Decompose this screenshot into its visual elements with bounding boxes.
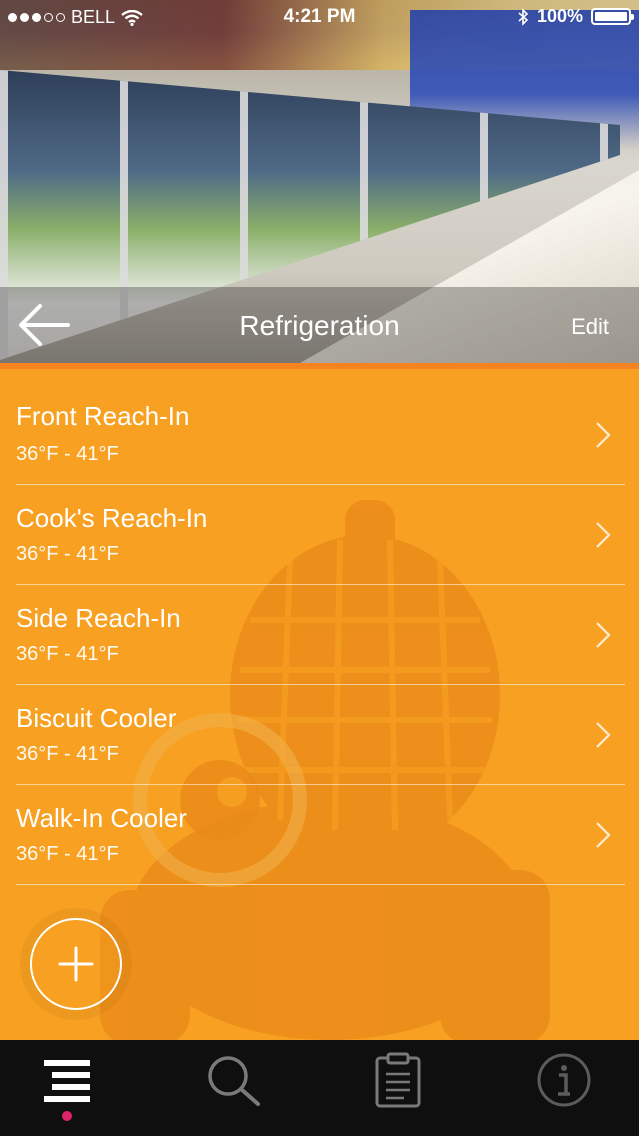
plus-icon <box>58 946 94 982</box>
battery-icon <box>591 8 634 25</box>
chevron-right-icon <box>596 822 611 848</box>
chevron-right-icon <box>596 422 611 448</box>
temperature-range: 36°F - 41°F <box>16 443 119 465</box>
list-item[interactable]: Side Reach-In 36°F - 41°F <box>16 585 625 685</box>
header-photo <box>0 0 639 363</box>
unit-name: Walk-In Cooler <box>16 803 187 833</box>
clipboard-icon <box>375 1052 421 1108</box>
active-tab-indicator <box>62 1111 72 1121</box>
temperature-range: 36°F - 41°F <box>16 543 119 565</box>
tab-info[interactable] <box>480 1040 639 1136</box>
status-bar: BELL 4:21 PM 100% <box>0 0 639 34</box>
list-item[interactable]: Walk-In Cooler 36°F - 41°F <box>16 785 625 885</box>
unit-name: Side Reach-In <box>16 603 181 633</box>
unit-name: Cook's Reach-In <box>16 503 208 533</box>
tab-checklist[interactable] <box>320 1040 480 1136</box>
unit-name: Biscuit Cooler <box>16 703 177 733</box>
refrigeration-list: Front Reach-In 36°F - 41°F Cook's Reach-… <box>16 369 625 885</box>
add-unit-button[interactable] <box>30 918 122 1010</box>
list-item[interactable]: Cook's Reach-In 36°F - 41°F <box>16 485 625 585</box>
battery-percent: 100% <box>536 6 583 26</box>
unit-name: Front Reach-In <box>16 401 190 431</box>
list-icon <box>44 1060 90 1102</box>
info-icon <box>537 1053 591 1107</box>
list-item[interactable]: Front Reach-In 36°F - 41°F <box>16 369 625 485</box>
tab-bar <box>0 1040 639 1136</box>
page-title: Refrigeration <box>239 310 400 341</box>
edit-button[interactable]: Edit <box>571 314 609 340</box>
search-icon <box>208 1056 260 1106</box>
chevron-right-icon <box>596 722 611 748</box>
temperature-range: 36°F - 41°F <box>16 643 119 665</box>
chevron-right-icon <box>596 622 611 648</box>
tab-search[interactable] <box>160 1040 320 1136</box>
temperature-range: 36°F - 41°F <box>16 843 119 865</box>
list-item[interactable]: Biscuit Cooler 36°F - 41°F <box>16 685 625 785</box>
chevron-right-icon <box>596 522 611 548</box>
bluetooth-icon <box>518 7 529 26</box>
tab-list[interactable] <box>0 1040 160 1136</box>
temperature-range: 36°F - 41°F <box>16 743 119 765</box>
